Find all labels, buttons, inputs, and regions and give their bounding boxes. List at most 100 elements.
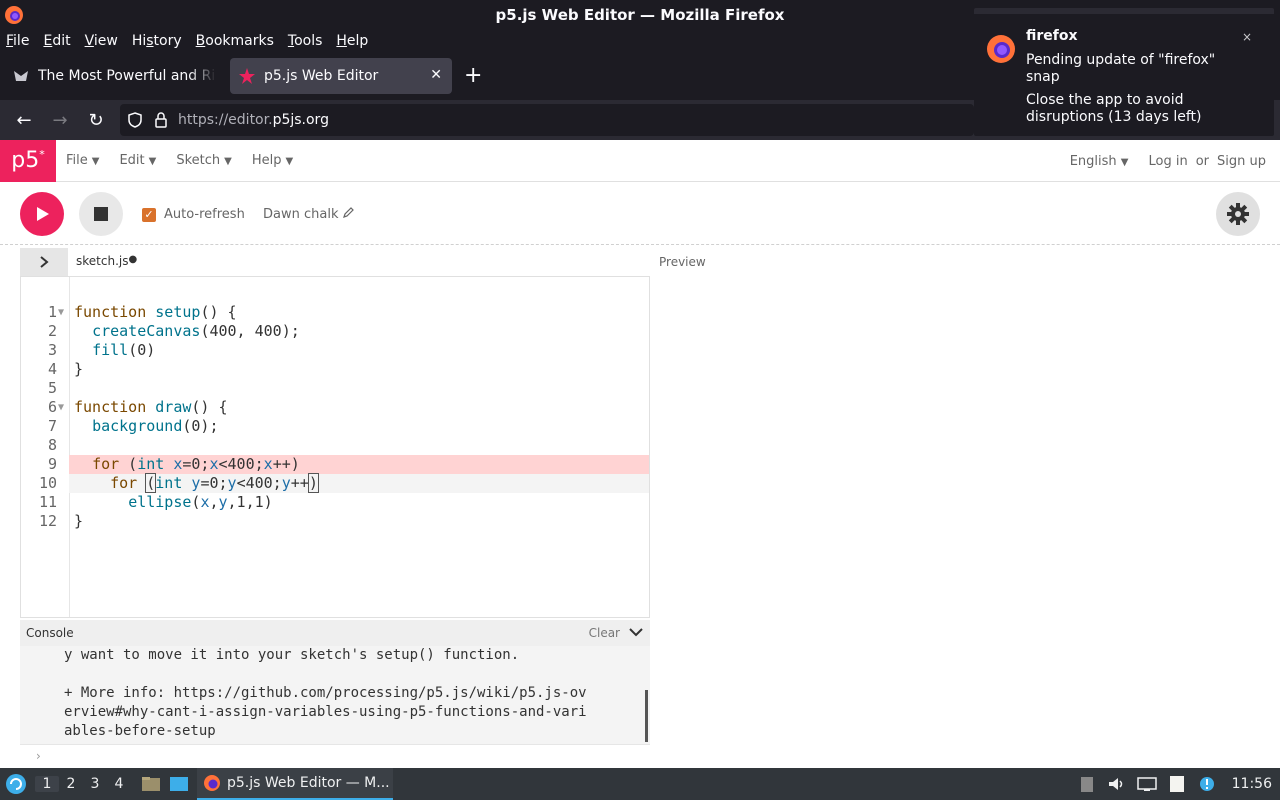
console-clear-button[interactable]: Clear	[589, 626, 620, 640]
p5-menu-label: Edit	[119, 153, 145, 168]
sidebar-toggle-button[interactable]	[20, 248, 68, 276]
unsaved-indicator: ●	[128, 254, 138, 265]
code-line-error[interactable]: 9 for (int x=0;x<400;x++)	[48, 455, 649, 474]
menu-help[interactable]: Help	[329, 33, 375, 49]
auto-refresh-toggle[interactable]: ✓ Auto-refresh	[142, 207, 245, 222]
menu-tools[interactable]: Tools	[281, 33, 330, 49]
file-tab-sketch[interactable]: sketch.js●	[76, 254, 137, 268]
sketch-name[interactable]: Dawn chalk	[263, 207, 354, 222]
p5-menu-sketch[interactable]: Sketch ▼	[176, 153, 232, 168]
console-header: Console Clear	[20, 620, 650, 646]
file-manager-icon[interactable]	[141, 776, 161, 792]
caret-down-icon: ▼	[285, 156, 294, 167]
code-line[interactable]: 6 ▼ function draw() {	[21, 398, 649, 417]
p5-menu-edit[interactable]: Edit ▼	[119, 153, 156, 168]
p5-logo-asterisk: *	[39, 148, 45, 161]
code-text: function setup() {	[74, 303, 237, 321]
back-arrow-icon[interactable]: ←	[12, 108, 36, 132]
line-number: 10	[38, 474, 57, 492]
p5-navbar: p5 * File ▼ Edit ▼ Sketch ▼ Help ▼ English ▼ …	[0, 139, 1280, 182]
menu-history[interactable]: History	[125, 33, 189, 49]
chevron-down-icon[interactable]	[628, 624, 644, 640]
tab-close-icon[interactable]: ✕	[430, 67, 442, 83]
menu-view[interactable]: View	[78, 33, 125, 49]
console-input[interactable]: ›	[20, 744, 650, 768]
code-text: function draw() {	[74, 398, 228, 416]
code-line[interactable]: 3 fill(0)	[21, 341, 649, 360]
code-line[interactable]: 1 ▼ function setup() {	[21, 303, 649, 322]
notification-title: firefox	[1026, 28, 1078, 44]
clipboard-icon[interactable]	[1076, 775, 1098, 793]
lock-icon[interactable]	[152, 111, 170, 129]
firefox-icon	[204, 775, 220, 791]
line-number: 2	[47, 322, 57, 340]
update-notification-icon[interactable]	[1196, 775, 1218, 793]
menu-edit[interactable]: Edit	[36, 33, 77, 49]
workspace-1[interactable]: 1	[35, 776, 59, 792]
code-line[interactable]: 5	[21, 379, 649, 398]
console-scrollbar[interactable]	[645, 690, 648, 742]
console-prompt-icon: ›	[36, 749, 41, 763]
file-name: sketch.js	[76, 254, 129, 268]
signup-link[interactable]: Sign up	[1217, 154, 1266, 169]
chevron-right-icon	[40, 256, 49, 268]
terminal-icon[interactable]	[169, 776, 189, 792]
console-output[interactable]: y want to move it into your sketch's set…	[20, 646, 650, 744]
tab-the-most-powerful[interactable]: The Most Powerful and Rich	[4, 58, 226, 94]
code-line[interactable]: 4 }	[21, 360, 649, 379]
p5-menu-file[interactable]: File ▼	[66, 153, 99, 168]
volume-icon[interactable]	[1106, 775, 1128, 793]
system-tray: 11:56	[1076, 768, 1280, 800]
caret-down-icon: ▼	[224, 156, 232, 167]
code-line[interactable]: 2 createCanvas(400, 400);	[21, 322, 649, 341]
code-line[interactable]: 8	[21, 436, 649, 455]
update-notification[interactable]: firefox Pending update of "firefox" snap…	[974, 8, 1274, 136]
p5-menu-label: File	[66, 153, 88, 168]
line-number: 5	[47, 379, 57, 397]
login-link[interactable]: Log in	[1149, 154, 1188, 169]
url-prefix: https://editor.	[178, 112, 273, 128]
console-line: + More info: https://github.com/processi…	[64, 685, 587, 701]
code-line[interactable]: 11 ellipse(x,y,1,1)	[21, 493, 649, 512]
workspace-2[interactable]: 2	[59, 776, 83, 792]
console-title: Console	[26, 626, 74, 640]
shield-icon[interactable]	[126, 111, 144, 129]
settings-button[interactable]	[1216, 192, 1260, 236]
network-icon[interactable]	[1136, 775, 1158, 793]
stop-button[interactable]	[79, 192, 123, 236]
p5-logo[interactable]: p5 *	[0, 139, 56, 182]
play-icon	[37, 207, 49, 221]
start-menu-icon[interactable]	[5, 773, 27, 795]
notification-close-icon[interactable]: ×	[1242, 30, 1252, 44]
p5-menu-label: Help	[251, 153, 282, 168]
forward-arrow-icon[interactable]: →	[48, 108, 72, 132]
reload-icon[interactable]: ↻	[84, 108, 108, 132]
sketch-name-text: Dawn chalk	[263, 207, 339, 222]
code-line[interactable]: 12 }	[21, 512, 649, 531]
tab-p5js-editor[interactable]: p5.js Web Editor ✕	[230, 58, 452, 94]
code-editor[interactable]: 1 ▼ function setup() { 2 createCanvas(400…	[20, 276, 650, 618]
preview-label: Preview	[659, 255, 706, 269]
code-line-active[interactable]: 10 for (int y=0;y<400;y++)	[39, 473, 649, 493]
taskbar-firefox-task[interactable]: p5.js Web Editor — M...	[197, 768, 393, 800]
url-bar[interactable]: https://editor. p5js.org	[120, 104, 974, 136]
language-dropdown[interactable]: English ▼	[1070, 154, 1129, 169]
tab-title: p5.js Web Editor	[264, 68, 379, 84]
workspace-4[interactable]: 4	[107, 776, 131, 792]
fold-arrow-icon[interactable]: ▼	[58, 398, 64, 417]
menu-bookmarks[interactable]: Bookmarks	[189, 33, 281, 49]
workspace-3[interactable]: 3	[83, 776, 107, 792]
p5-menu-help[interactable]: Help ▼	[252, 153, 293, 168]
menu-file[interactable]: File	[0, 33, 36, 49]
new-tab-button[interactable]: +	[464, 65, 482, 87]
play-button[interactable]	[20, 192, 64, 236]
pencil-icon[interactable]	[342, 207, 354, 218]
fold-arrow-icon[interactable]: ▼	[58, 303, 64, 322]
clock[interactable]: 11:56	[1232, 776, 1272, 792]
line-number: 8	[47, 436, 57, 454]
code-line[interactable]: 7 background(0);	[21, 417, 649, 436]
notes-icon[interactable]	[1166, 775, 1188, 793]
firefox-icon	[5, 6, 23, 24]
auto-refresh-checkbox[interactable]: ✓	[142, 207, 156, 222]
line-number: 9	[47, 455, 57, 473]
